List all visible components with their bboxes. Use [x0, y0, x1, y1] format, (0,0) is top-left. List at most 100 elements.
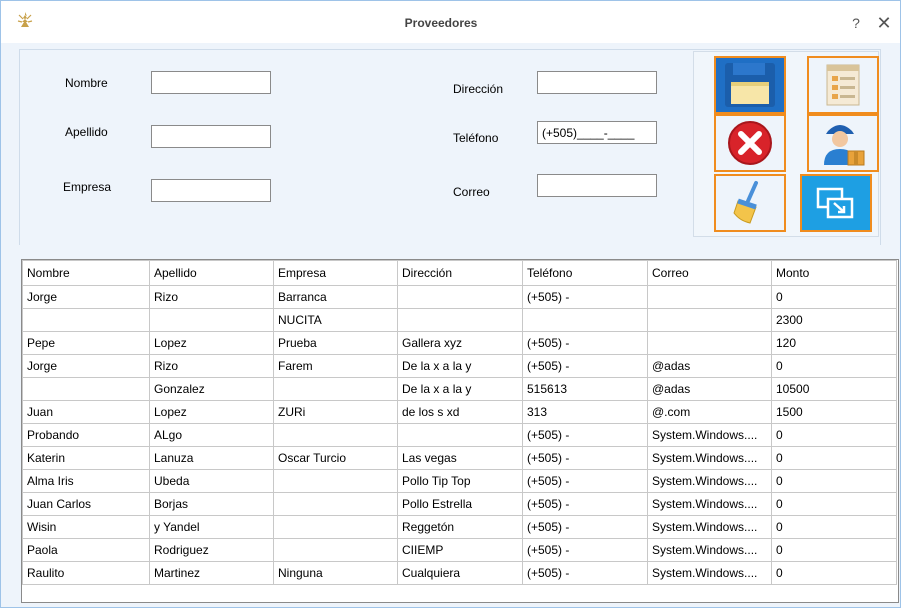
table-cell[interactable]: Reggetón: [397, 515, 523, 539]
table-cell[interactable]: 0: [771, 561, 897, 585]
table-row[interactable]: Alma Iris Ubeda Pollo Tip Top (+505) - Syste…: [22, 469, 897, 493]
table-cell[interactable]: NUCITA: [273, 308, 398, 332]
table-cell[interactable]: 0: [771, 469, 897, 493]
table-row[interactable]: Gonzalez De la x a la y 515613 @adas 10500: [22, 377, 897, 401]
table-cell[interactable]: @adas: [647, 354, 772, 378]
apellido-input[interactable]: [151, 125, 271, 148]
table-cell[interactable]: Barranca: [273, 285, 398, 309]
report-button[interactable]: [807, 56, 879, 114]
column-header[interactable]: Empresa: [273, 260, 398, 286]
table-cell[interactable]: 10500: [771, 377, 897, 401]
table-cell[interactable]: [522, 308, 648, 332]
table-row[interactable]: Jorge Rizo Barranca (+505) - 0: [22, 285, 897, 309]
correo-input[interactable]: [537, 174, 657, 197]
table-cell[interactable]: Katerin: [22, 446, 150, 470]
table-cell[interactable]: Lopez: [149, 400, 274, 424]
table-row[interactable]: NUCITA 2300: [22, 308, 897, 332]
table-cell[interactable]: (+505) -: [522, 285, 648, 309]
table-cell[interactable]: [273, 377, 398, 401]
table-cell[interactable]: (+505) -: [522, 354, 648, 378]
table-row[interactable]: Wisin y Yandel Reggetón (+505) - System.Wind…: [22, 515, 897, 539]
table-cell[interactable]: CIIEMP: [397, 538, 523, 562]
table-cell[interactable]: Jorge: [22, 354, 150, 378]
table-cell[interactable]: [273, 538, 398, 562]
table-cell[interactable]: System.Windows....: [647, 492, 772, 516]
table-cell[interactable]: @.com: [647, 400, 772, 424]
telefono-input[interactable]: [537, 121, 657, 144]
table-cell[interactable]: @adas: [647, 377, 772, 401]
table-row[interactable]: Juan Carlos Borjas Pollo Estrella (+505) -S…: [22, 492, 897, 516]
table-cell[interactable]: Rodriguez: [149, 538, 274, 562]
table-cell[interactable]: Raulito: [22, 561, 150, 585]
table-row[interactable]: Jorge Rizo Farem De la x a la y (+505) - @ada…: [22, 354, 897, 378]
table-cell[interactable]: 120: [771, 331, 897, 355]
table-cell[interactable]: (+505) -: [522, 446, 648, 470]
table-cell[interactable]: System.Windows....: [647, 561, 772, 585]
table-cell[interactable]: 0: [771, 285, 897, 309]
table-cell[interactable]: (+505) -: [522, 538, 648, 562]
table-cell[interactable]: (+505) -: [522, 331, 648, 355]
clear-button[interactable]: [714, 174, 786, 232]
save-button[interactable]: [714, 56, 786, 114]
table-cell[interactable]: 515613: [522, 377, 648, 401]
table-cell[interactable]: Lopez: [149, 331, 274, 355]
table-cell[interactable]: y Yandel: [149, 515, 274, 539]
table-cell[interactable]: Paola: [22, 538, 150, 562]
close-button[interactable]: ✕: [873, 13, 895, 35]
table-cell[interactable]: Gonzalez: [149, 377, 274, 401]
empresa-input[interactable]: [151, 179, 271, 202]
delete-button[interactable]: [714, 114, 786, 172]
exit-button[interactable]: [800, 174, 872, 232]
table-cell[interactable]: Probando: [22, 423, 150, 447]
table-row[interactable]: Probando ALgo (+505) - System.Windows.... 0: [22, 423, 897, 447]
table-cell[interactable]: Farem: [273, 354, 398, 378]
table-cell[interactable]: de los s xd: [397, 400, 523, 424]
table-cell[interactable]: System.Windows....: [647, 538, 772, 562]
table-cell[interactable]: System.Windows....: [647, 469, 772, 493]
column-header[interactable]: Nombre: [22, 260, 150, 286]
table-cell[interactable]: (+505) -: [522, 423, 648, 447]
table-cell[interactable]: [149, 308, 274, 332]
table-cell[interactable]: Cualquiera: [397, 561, 523, 585]
table-cell[interactable]: Las vegas: [397, 446, 523, 470]
column-header[interactable]: Monto: [771, 260, 897, 286]
nombre-input[interactable]: [151, 71, 271, 94]
table-cell[interactable]: De la x a la y: [397, 377, 523, 401]
table-cell[interactable]: [22, 377, 150, 401]
table-cell[interactable]: System.Windows....: [647, 515, 772, 539]
table-cell[interactable]: 2300: [771, 308, 897, 332]
table-row[interactable]: Katerin Lanuza Oscar Turcio Las vegas (+505)…: [22, 446, 897, 470]
column-header[interactable]: Dirección: [397, 260, 523, 286]
table-cell[interactable]: 0: [771, 492, 897, 516]
direccion-input[interactable]: [537, 71, 657, 94]
table-cell[interactable]: Oscar Turcio: [273, 446, 398, 470]
table-cell[interactable]: 0: [771, 538, 897, 562]
table-cell[interactable]: 0: [771, 423, 897, 447]
table-cell[interactable]: (+505) -: [522, 469, 648, 493]
table-cell[interactable]: Prueba: [273, 331, 398, 355]
table-cell[interactable]: Juan Carlos: [22, 492, 150, 516]
table-cell[interactable]: Lanuza: [149, 446, 274, 470]
table-cell[interactable]: ZURi: [273, 400, 398, 424]
table-cell[interactable]: 0: [771, 515, 897, 539]
supplier-button[interactable]: [807, 114, 879, 172]
table-cell[interactable]: Rizo: [149, 285, 274, 309]
table-cell[interactable]: [273, 515, 398, 539]
table-cell[interactable]: Alma Iris: [22, 469, 150, 493]
table-cell[interactable]: 0: [771, 354, 897, 378]
table-cell[interactable]: (+505) -: [522, 515, 648, 539]
table-cell[interactable]: Ninguna: [273, 561, 398, 585]
table-cell[interactable]: [647, 285, 772, 309]
table-cell[interactable]: Pollo Tip Top: [397, 469, 523, 493]
column-header[interactable]: Teléfono: [522, 260, 648, 286]
table-cell[interactable]: [647, 308, 772, 332]
table-cell[interactable]: Borjas: [149, 492, 274, 516]
table-cell[interactable]: [647, 331, 772, 355]
column-header[interactable]: Correo: [647, 260, 772, 286]
table-cell[interactable]: (+505) -: [522, 561, 648, 585]
proveedores-grid[interactable]: Nombre Apellido Empresa Dirección Teléfo…: [21, 259, 899, 603]
table-cell[interactable]: System.Windows....: [647, 423, 772, 447]
table-cell[interactable]: Pollo Estrella: [397, 492, 523, 516]
table-cell[interactable]: [397, 423, 523, 447]
table-cell[interactable]: Wisin: [22, 515, 150, 539]
